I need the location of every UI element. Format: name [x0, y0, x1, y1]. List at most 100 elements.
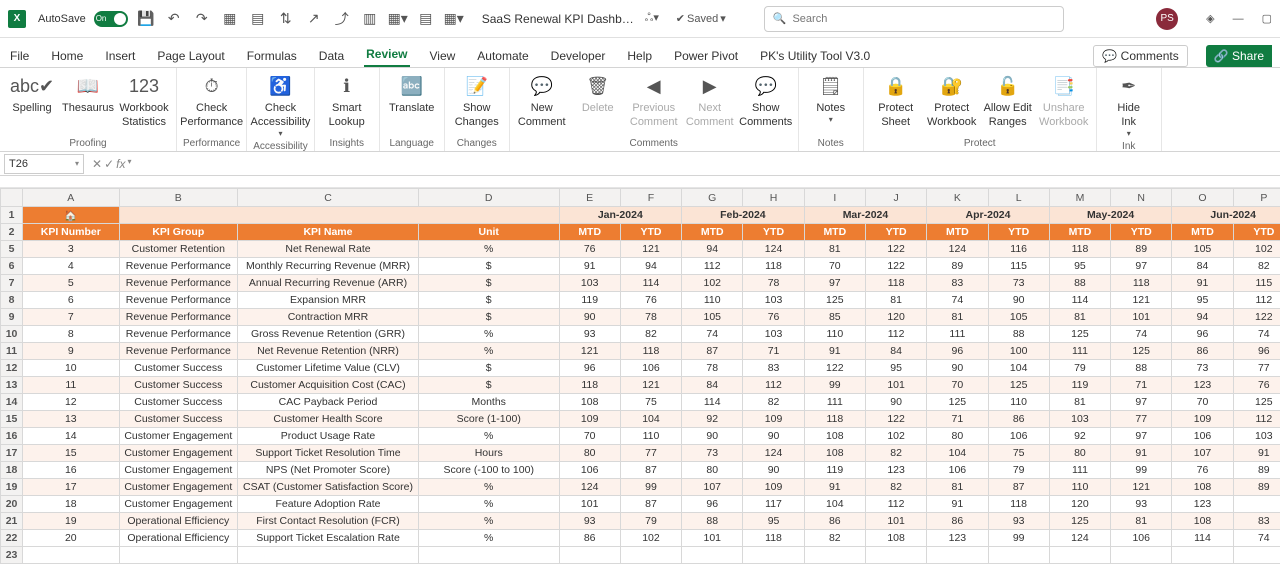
- cell[interactable]: 73: [988, 275, 1049, 292]
- cell[interactable]: 106: [559, 462, 620, 479]
- cell[interactable]: 118: [620, 343, 681, 360]
- cell[interactable]: 88: [988, 326, 1049, 343]
- cell[interactable]: 81: [927, 479, 988, 496]
- cell[interactable]: 80: [1049, 445, 1110, 462]
- notes-button[interactable]: 🗒Notes▾: [805, 70, 857, 125]
- cell[interactable]: Revenue Performance: [119, 343, 238, 360]
- cell[interactable]: Annual Recurring Revenue (ARR): [238, 275, 419, 292]
- undo-icon[interactable]: ↶: [164, 9, 184, 29]
- cell[interactable]: 108: [1172, 513, 1233, 530]
- cell[interactable]: Customer Engagement: [119, 496, 238, 513]
- cell[interactable]: 114: [620, 275, 681, 292]
- cell[interactable]: 96: [1233, 343, 1280, 360]
- cell[interactable]: 119: [1049, 377, 1110, 394]
- cell[interactable]: 103: [559, 275, 620, 292]
- row-header-19[interactable]: 19: [1, 479, 23, 496]
- cell[interactable]: 96: [682, 496, 743, 513]
- row-header-9[interactable]: 9: [1, 309, 23, 326]
- sensitivity-icon[interactable]: ஃ▾: [642, 9, 662, 29]
- cell[interactable]: 97: [804, 275, 865, 292]
- cell[interactable]: 101: [865, 377, 926, 394]
- cell[interactable]: 109: [743, 411, 804, 428]
- cell[interactable]: 93: [559, 513, 620, 530]
- cell[interactable]: 76: [1233, 377, 1280, 394]
- row-header-22[interactable]: 22: [1, 530, 23, 547]
- cell[interactable]: 125: [988, 377, 1049, 394]
- protect-sheet-button[interactable]: 🔒ProtectSheet: [870, 70, 922, 128]
- cell[interactable]: 109: [1172, 411, 1233, 428]
- header-kpi_group[interactable]: KPI Group: [119, 224, 238, 241]
- cell[interactable]: 76: [620, 292, 681, 309]
- cell[interactable]: 102: [1233, 241, 1280, 258]
- enter-formula-icon[interactable]: ✓: [104, 157, 114, 171]
- cell[interactable]: 83: [1233, 513, 1280, 530]
- home-icon-cell[interactable]: 🏠: [23, 207, 119, 224]
- spreadsheet-grid[interactable]: ABCDEFGHIJKLMNOP1🏠Jan-2024Feb-2024Mar-20…: [0, 188, 1280, 564]
- header-ytd[interactable]: YTD: [1111, 224, 1172, 241]
- cell[interactable]: Customer Success: [119, 394, 238, 411]
- cell[interactable]: 15: [23, 445, 119, 462]
- cell[interactable]: %: [418, 326, 559, 343]
- cell[interactable]: 101: [559, 496, 620, 513]
- comments-button[interactable]: 💬 Comments: [1093, 45, 1187, 67]
- cell[interactable]: 82: [743, 394, 804, 411]
- cell[interactable]: Months: [418, 394, 559, 411]
- cell[interactable]: [1111, 547, 1172, 564]
- col-header-G[interactable]: G: [682, 189, 743, 207]
- cell[interactable]: CSAT (Customer Satisfaction Score): [238, 479, 419, 496]
- month-header[interactable]: Jan-2024: [559, 207, 682, 224]
- qat-icon-3[interactable]: ⇅: [276, 9, 296, 29]
- cell[interactable]: 104: [804, 496, 865, 513]
- row-header-21[interactable]: 21: [1, 513, 23, 530]
- cell[interactable]: 84: [682, 377, 743, 394]
- cell[interactable]: 118: [804, 411, 865, 428]
- workbook-stats-button[interactable]: 123WorkbookStatistics: [118, 70, 170, 128]
- cell[interactable]: 109: [559, 411, 620, 428]
- cell[interactable]: 125: [927, 394, 988, 411]
- cell[interactable]: 94: [682, 241, 743, 258]
- cell[interactable]: 89: [927, 258, 988, 275]
- cell[interactable]: %: [418, 496, 559, 513]
- cell[interactable]: Product Usage Rate: [238, 428, 419, 445]
- cell[interactable]: 11: [23, 377, 119, 394]
- cell[interactable]: Contraction MRR: [238, 309, 419, 326]
- diamond-icon[interactable]: ◈: [1206, 12, 1214, 25]
- cell[interactable]: 101: [865, 513, 926, 530]
- autosave-toggle[interactable]: On: [94, 11, 128, 27]
- search-input[interactable]: 🔍 Search: [764, 6, 1064, 32]
- header-mtd[interactable]: MTD: [804, 224, 865, 241]
- qat-icon-4[interactable]: ↗: [304, 9, 324, 29]
- row-header-5[interactable]: 5: [1, 241, 23, 258]
- hide-ink-button[interactable]: ✒HideInk▾: [1103, 70, 1155, 139]
- name-box[interactable]: T26▾: [4, 154, 84, 174]
- tab-data[interactable]: Data: [317, 45, 346, 67]
- cell[interactable]: 87: [682, 343, 743, 360]
- cell[interactable]: 110: [988, 394, 1049, 411]
- header-ytd[interactable]: YTD: [620, 224, 681, 241]
- cell[interactable]: 112: [1233, 411, 1280, 428]
- row-header-2[interactable]: 2: [1, 224, 23, 241]
- cell[interactable]: 121: [620, 377, 681, 394]
- row-header-6[interactable]: 6: [1, 258, 23, 275]
- cell[interactable]: Support Ticket Escalation Rate: [238, 530, 419, 547]
- thesaurus-button[interactable]: 📖Thesaurus: [62, 70, 114, 114]
- row-header-18[interactable]: 18: [1, 462, 23, 479]
- protect-workbook-button[interactable]: 🔐ProtectWorkbook: [926, 70, 978, 128]
- cell[interactable]: 77: [1111, 411, 1172, 428]
- cell[interactable]: %: [418, 343, 559, 360]
- cell[interactable]: Support Ticket Resolution Time: [238, 445, 419, 462]
- col-header-F[interactable]: F: [620, 189, 681, 207]
- cell[interactable]: [1049, 547, 1110, 564]
- header-ytd[interactable]: YTD: [743, 224, 804, 241]
- cell[interactable]: 124: [927, 241, 988, 258]
- cell[interactable]: 71: [743, 343, 804, 360]
- cell[interactable]: Operational Efficiency: [119, 530, 238, 547]
- cell[interactable]: 108: [1172, 479, 1233, 496]
- cell[interactable]: 82: [865, 445, 926, 462]
- cell[interactable]: 103: [1233, 428, 1280, 445]
- new-comment-button[interactable]: 💬NewComment: [516, 70, 568, 128]
- cell[interactable]: 81: [804, 241, 865, 258]
- tab-formulas[interactable]: Formulas: [245, 45, 299, 67]
- cell[interactable]: 16: [23, 462, 119, 479]
- cell[interactable]: [927, 547, 988, 564]
